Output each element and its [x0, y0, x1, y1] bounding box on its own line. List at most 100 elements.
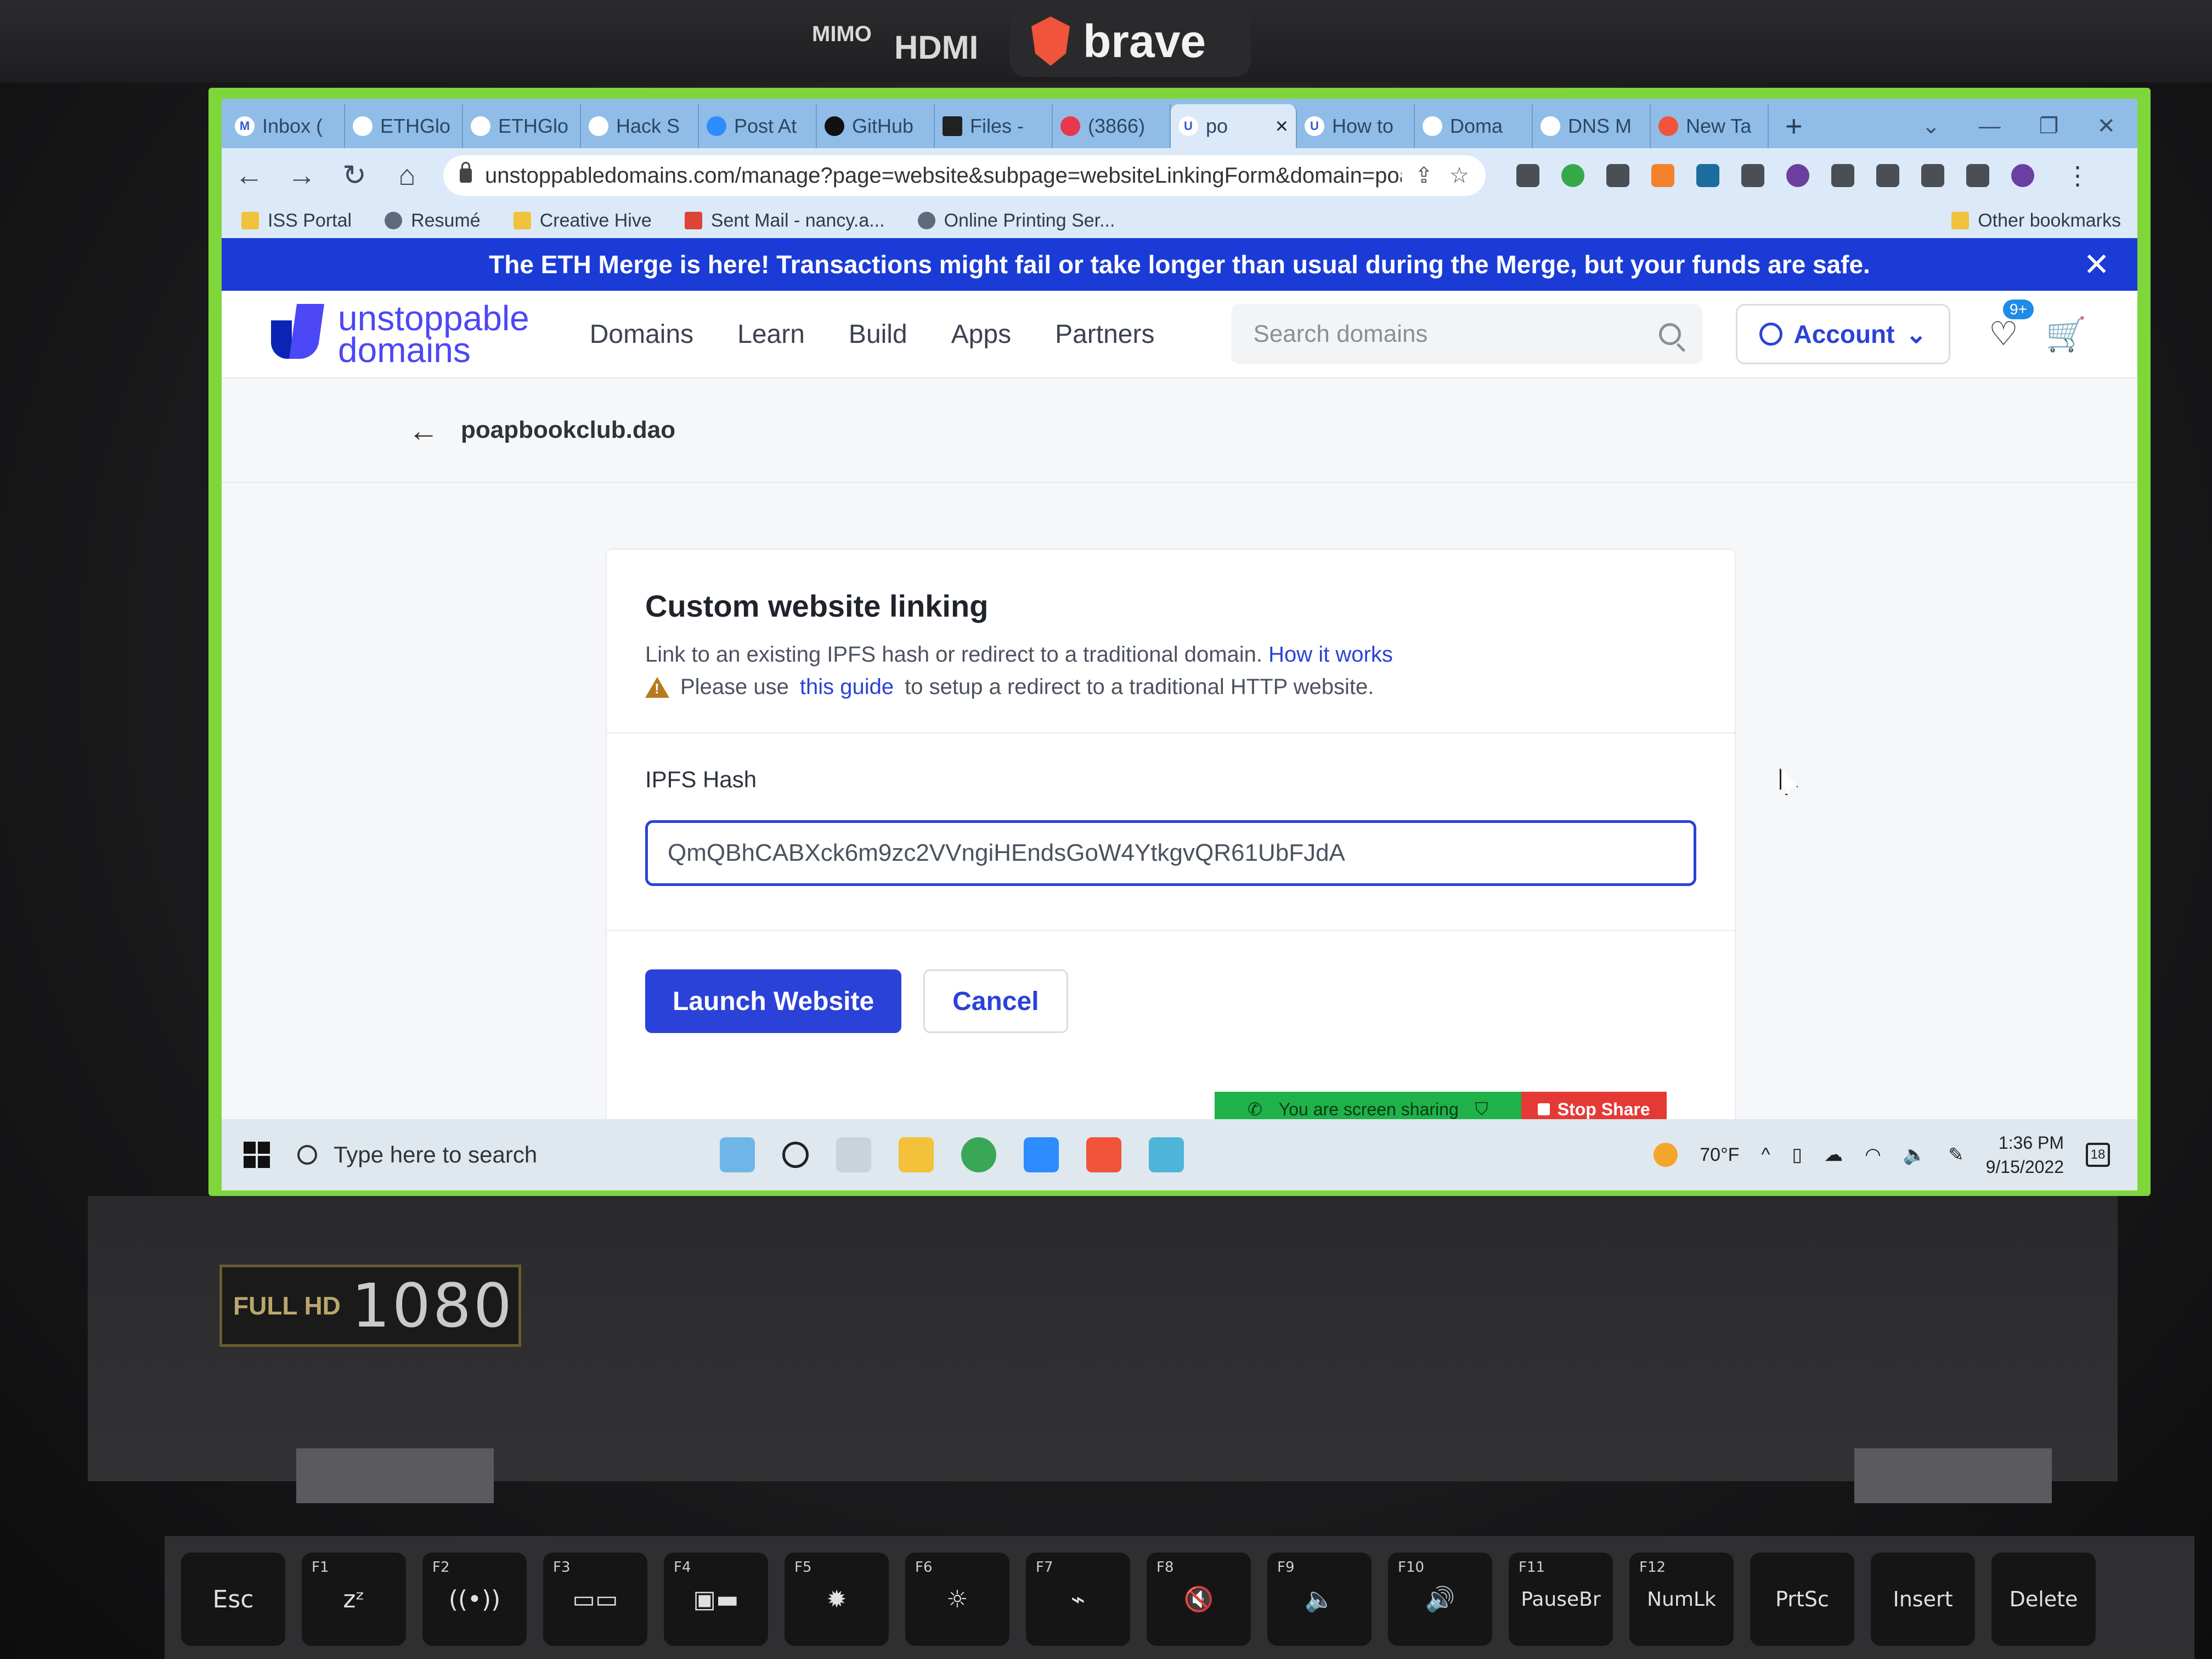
nav-learn[interactable]: Learn — [737, 319, 805, 349]
favorites-button[interactable]: ♡ 9+ — [1989, 300, 2034, 353]
app-icon[interactable] — [1149, 1137, 1184, 1172]
extension-teal-icon[interactable] — [1696, 164, 1719, 187]
key-f11[interactable]: F11 PauseBr — [1509, 1553, 1613, 1646]
extension-green-icon[interactable] — [1561, 164, 1584, 187]
wifi-icon[interactable]: ◠ — [1865, 1144, 1881, 1166]
key-f8[interactable]: F8 🔇 — [1147, 1553, 1251, 1646]
key-f6[interactable]: F6 ☼ — [905, 1553, 1009, 1646]
tab-github[interactable]: GitHub — [817, 104, 935, 148]
cancel-button[interactable]: Cancel — [923, 969, 1068, 1033]
search-highlight-icon[interactable] — [720, 1137, 755, 1172]
unstoppable-logo[interactable]: unstoppable domains — [271, 301, 529, 368]
key-f5[interactable]: F5 ✹ — [785, 1553, 889, 1646]
extension-chart-icon[interactable] — [1741, 164, 1764, 187]
clock[interactable]: 1:36 PM 9/15/2022 — [1986, 1131, 2064, 1179]
reload-icon[interactable]: ↻ — [338, 159, 371, 192]
tab-ethglobal-1[interactable]: ETHGlo — [345, 104, 463, 148]
bookmark-online-printing[interactable]: Online Printing Ser... — [917, 210, 1115, 232]
sidebar-icon[interactable] — [1966, 164, 1989, 187]
tab-how-to[interactable]: U How to — [1297, 104, 1415, 148]
key-f2[interactable]: F2 ((•)) — [422, 1553, 527, 1646]
tab-dns[interactable]: DNS M — [1533, 104, 1651, 148]
profile-avatar[interactable] — [2011, 164, 2034, 187]
star-icon[interactable]: ☆ — [1449, 163, 1469, 188]
nav-domains[interactable]: Domains — [590, 319, 693, 349]
tab-new-tab[interactable]: New Ta — [1651, 104, 1769, 148]
key-f7[interactable]: F7 ⌁ — [1026, 1553, 1130, 1646]
taskbar-search[interactable]: Type here to search — [297, 1142, 692, 1168]
file-explorer-icon[interactable] — [899, 1137, 934, 1172]
key-delete[interactable]: Delete — [1991, 1553, 2096, 1646]
search-domains-input[interactable]: Search domains — [1231, 304, 1703, 364]
key-f1[interactable]: F1 zᶻ — [302, 1553, 406, 1646]
key-prtsc[interactable]: PrtSc — [1750, 1553, 1854, 1646]
tab-notifications[interactable]: (3866) — [1053, 104, 1171, 148]
nav-partners[interactable]: Partners — [1055, 319, 1154, 349]
brave-icon[interactable] — [1086, 1137, 1121, 1172]
extension-bell-icon[interactable] — [1876, 164, 1899, 187]
battery-icon[interactable]: ▯ — [1792, 1144, 1802, 1166]
metamask-icon[interactable] — [1651, 164, 1674, 187]
key-esc[interactable]: Esc — [181, 1553, 285, 1646]
domain-name[interactable]: poapbookclub.dao — [461, 416, 675, 444]
back-icon[interactable]: ← — [233, 159, 266, 192]
close-window-icon[interactable]: ✕ — [2097, 114, 2115, 139]
tab-inbox[interactable]: M Inbox ( — [227, 104, 345, 148]
puzzle-icon[interactable] — [1921, 164, 1944, 187]
weather-icon[interactable] — [1654, 1143, 1678, 1167]
key-f12[interactable]: F12 NumLk — [1629, 1553, 1734, 1646]
forward-icon[interactable]: → — [285, 159, 318, 192]
extension-purple-icon[interactable] — [1786, 164, 1809, 187]
cortana-icon[interactable] — [782, 1142, 809, 1168]
key-f9[interactable]: F9 🔈 — [1267, 1553, 1372, 1646]
launch-website-button[interactable]: Launch Website — [645, 969, 902, 1033]
pen-icon[interactable]: ✎ — [1948, 1144, 1964, 1166]
how-it-works-link[interactable]: How it works — [1268, 642, 1393, 667]
volume-icon[interactable]: 🔈 — [1903, 1144, 1926, 1166]
cloud-icon[interactable]: ☁ — [1824, 1144, 1843, 1166]
bookmark-sent-mail[interactable]: Sent Mail - nancy.a... — [684, 210, 885, 232]
tab-hack[interactable]: Hack S — [581, 104, 699, 148]
share-icon[interactable]: ⇪ — [1415, 163, 1434, 188]
address-bar[interactable]: unstoppabledomains.com/manage?page=websi… — [443, 155, 1486, 196]
key-f4[interactable]: F4 ▣▬ — [664, 1553, 768, 1646]
extension-grid-icon[interactable] — [1831, 164, 1854, 187]
tab-search-chevron-icon[interactable]: ⌄ — [1922, 114, 1940, 139]
zoom-icon[interactable] — [1024, 1137, 1059, 1172]
bookmark-resume[interactable]: Resumé — [385, 210, 481, 232]
home-icon[interactable]: ⌂ — [391, 159, 424, 192]
key-insert[interactable]: Insert — [1871, 1553, 1975, 1646]
windows-start-icon[interactable] — [244, 1142, 270, 1168]
tab-files[interactable]: Files - — [935, 104, 1053, 148]
notification-icon[interactable]: 18 — [2086, 1143, 2110, 1167]
search-icon[interactable] — [1659, 323, 1681, 345]
menu-icon[interactable]: ⋮ — [2054, 161, 2090, 190]
close-icon[interactable]: × — [1276, 114, 1288, 139]
arrow-left-icon[interactable]: ← — [408, 413, 439, 448]
close-icon[interactable]: ✕ — [2083, 246, 2110, 283]
key-f10[interactable]: F10 🔊 — [1388, 1553, 1492, 1646]
ipfs-hash-input[interactable] — [645, 820, 1696, 886]
task-view-icon[interactable] — [836, 1137, 871, 1172]
account-button[interactable]: Account ⌄ — [1736, 304, 1951, 364]
new-tab-button[interactable]: + — [1769, 104, 1819, 148]
lock-icon[interactable] — [460, 162, 472, 183]
nav-apps[interactable]: Apps — [951, 319, 1011, 349]
chrome-icon[interactable] — [961, 1137, 996, 1172]
restore-icon[interactable]: ❐ — [2039, 114, 2059, 139]
this-guide-link[interactable]: this guide — [800, 675, 894, 699]
extension-icon[interactable] — [1516, 164, 1539, 187]
nav-build[interactable]: Build — [849, 319, 907, 349]
bookmark-creative-hive[interactable]: Creative Hive — [513, 210, 652, 232]
tab-active-unstoppable[interactable]: Upo × — [1171, 104, 1297, 148]
cart-icon[interactable]: 🛒 — [2046, 315, 2087, 354]
tab-domain[interactable]: Doma — [1415, 104, 1533, 148]
key-f3[interactable]: F3 ▭▭ — [543, 1553, 647, 1646]
tab-ethglobal-2[interactable]: ETHGlo — [463, 104, 581, 148]
bookmark-other[interactable]: Other bookmarks — [1951, 210, 2137, 232]
bookmark-iss-portal[interactable]: ISS Portal — [241, 210, 352, 232]
extension-off-icon[interactable] — [1606, 164, 1629, 187]
minimize-icon[interactable]: — — [1979, 114, 2001, 139]
weather-temp[interactable]: 70°F — [1700, 1144, 1739, 1166]
tab-post[interactable]: Post At — [699, 104, 817, 148]
